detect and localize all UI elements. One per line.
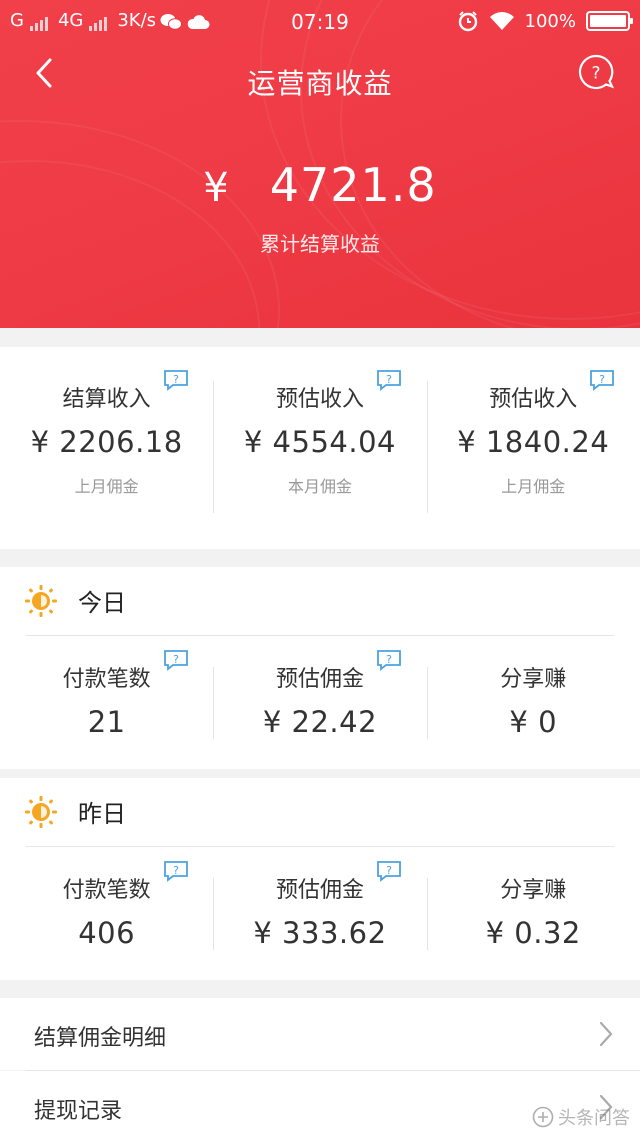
column-divider xyxy=(213,667,214,739)
list-item-label: 结算佣金明细 xyxy=(34,1026,167,1051)
help-icon[interactable]: ? xyxy=(163,860,189,882)
stat-value: 406 xyxy=(78,916,136,950)
watermark-text: 头条问答 xyxy=(558,1108,630,1129)
divider xyxy=(26,635,614,636)
svg-text:?: ? xyxy=(173,373,179,386)
stat-item: 预估佣金 ? ¥ 22.42 xyxy=(213,650,426,739)
sun-icon xyxy=(25,584,57,617)
stat-value: ¥ 0 xyxy=(509,705,558,739)
column-divider xyxy=(213,878,214,950)
stat-title: 分享赚 xyxy=(500,667,567,692)
battery-percent: 100% xyxy=(524,10,576,32)
total-earnings-value: 4721.8 xyxy=(269,158,437,212)
summary-value: ¥ 2206.18 xyxy=(30,425,183,459)
stat-item: 付款笔数 ? 21 xyxy=(0,650,213,739)
help-button[interactable]: ? xyxy=(578,54,614,90)
summary-sub: 上月佣金 xyxy=(74,477,139,496)
header-banner: G 4G 3K/s 07:19 100% 运营商收益 ? ¥4721.8 累计结… xyxy=(0,0,640,328)
stat-title: 预估佣金 xyxy=(275,667,364,692)
summary-item: 预估收入 ? ¥ 1840.24 上月佣金 xyxy=(427,370,640,497)
svg-text:?: ? xyxy=(386,864,392,877)
summary-value: ¥ 4554.04 xyxy=(243,425,396,459)
svg-text:?: ? xyxy=(599,373,605,386)
summary-item: 预估收入 ? ¥ 4554.04 本月佣金 xyxy=(213,370,426,497)
battery-icon xyxy=(586,11,633,31)
stat-item: 预估佣金 ? ¥ 333.62 xyxy=(213,861,426,950)
stat-value: ¥ 0.32 xyxy=(485,916,581,950)
svg-text:?: ? xyxy=(386,373,392,386)
summary-item: 结算收入 ? ¥ 2206.18 上月佣金 xyxy=(0,370,213,497)
column-divider xyxy=(427,878,428,950)
section-title-today: 今日 xyxy=(78,589,126,617)
watermark: 头条问答 xyxy=(532,1104,630,1130)
column-divider xyxy=(427,381,428,513)
wifi-icon xyxy=(489,12,514,30)
help-icon[interactable]: ? xyxy=(163,369,189,391)
summary-title: 结算收入 xyxy=(62,387,151,412)
yesterday-card: 昨日 付款笔数 ? 406 预估佣金 ? ¥ 333.62 分享赚 ¥ 0.32 xyxy=(0,778,640,980)
svg-text:?: ? xyxy=(386,653,392,666)
summary-sub: 上月佣金 xyxy=(501,477,566,496)
summary-value: ¥ 1840.24 xyxy=(457,425,610,459)
toutiao-logo-icon xyxy=(532,1106,554,1128)
column-divider xyxy=(213,381,214,513)
help-icon[interactable]: ? xyxy=(376,649,402,671)
stat-title: 付款笔数 xyxy=(62,667,151,692)
alarm-icon xyxy=(458,11,477,32)
summary-title: 预估收入 xyxy=(489,387,578,412)
total-earnings-label: 累计结算收益 xyxy=(260,232,380,256)
status-bar: G 4G 3K/s 07:19 100% xyxy=(0,0,640,44)
svg-text:?: ? xyxy=(173,653,179,666)
help-icon[interactable]: ? xyxy=(589,369,615,391)
list-item-label: 提现记录 xyxy=(34,1099,123,1124)
section-title-yesterday: 昨日 xyxy=(78,800,126,828)
today-card: 今日 付款笔数 ? 21 预估佣金 ? ¥ 22.42 分享赚 ¥ 0 xyxy=(0,567,640,769)
total-earnings: ¥4721.8 xyxy=(0,158,640,212)
stat-item: 分享赚 ¥ 0.32 xyxy=(427,872,640,950)
chevron-right-icon xyxy=(599,1021,613,1047)
help-icon[interactable]: ? xyxy=(376,369,402,391)
svg-text:?: ? xyxy=(591,64,600,84)
stat-value: ¥ 333.62 xyxy=(253,916,387,950)
stat-item: 付款笔数 ? 406 xyxy=(0,861,213,950)
page-title: 运营商收益 xyxy=(247,67,393,100)
stat-value: 21 xyxy=(87,705,126,739)
currency-symbol: ¥ xyxy=(203,165,230,211)
help-icon[interactable]: ? xyxy=(163,649,189,671)
summary-sub: 本月佣金 xyxy=(287,477,352,496)
svg-text:?: ? xyxy=(173,864,179,877)
summary-title: 预估收入 xyxy=(275,387,364,412)
stat-title: 分享赚 xyxy=(500,878,567,903)
stat-title: 付款笔数 xyxy=(62,878,151,903)
stat-value: ¥ 22.42 xyxy=(262,705,378,739)
summary-card: 结算收入 ? ¥ 2206.18 上月佣金 预估收入 ? ¥ 4554.04 本… xyxy=(0,347,640,549)
stat-title: 预估佣金 xyxy=(275,878,364,903)
divider xyxy=(26,846,614,847)
column-divider xyxy=(427,667,428,739)
sun-icon xyxy=(25,795,57,828)
settlement-detail-item[interactable]: 结算佣金明细 xyxy=(0,998,640,1070)
help-icon[interactable]: ? xyxy=(376,860,402,882)
stat-item: 分享赚 ¥ 0 xyxy=(427,661,640,739)
